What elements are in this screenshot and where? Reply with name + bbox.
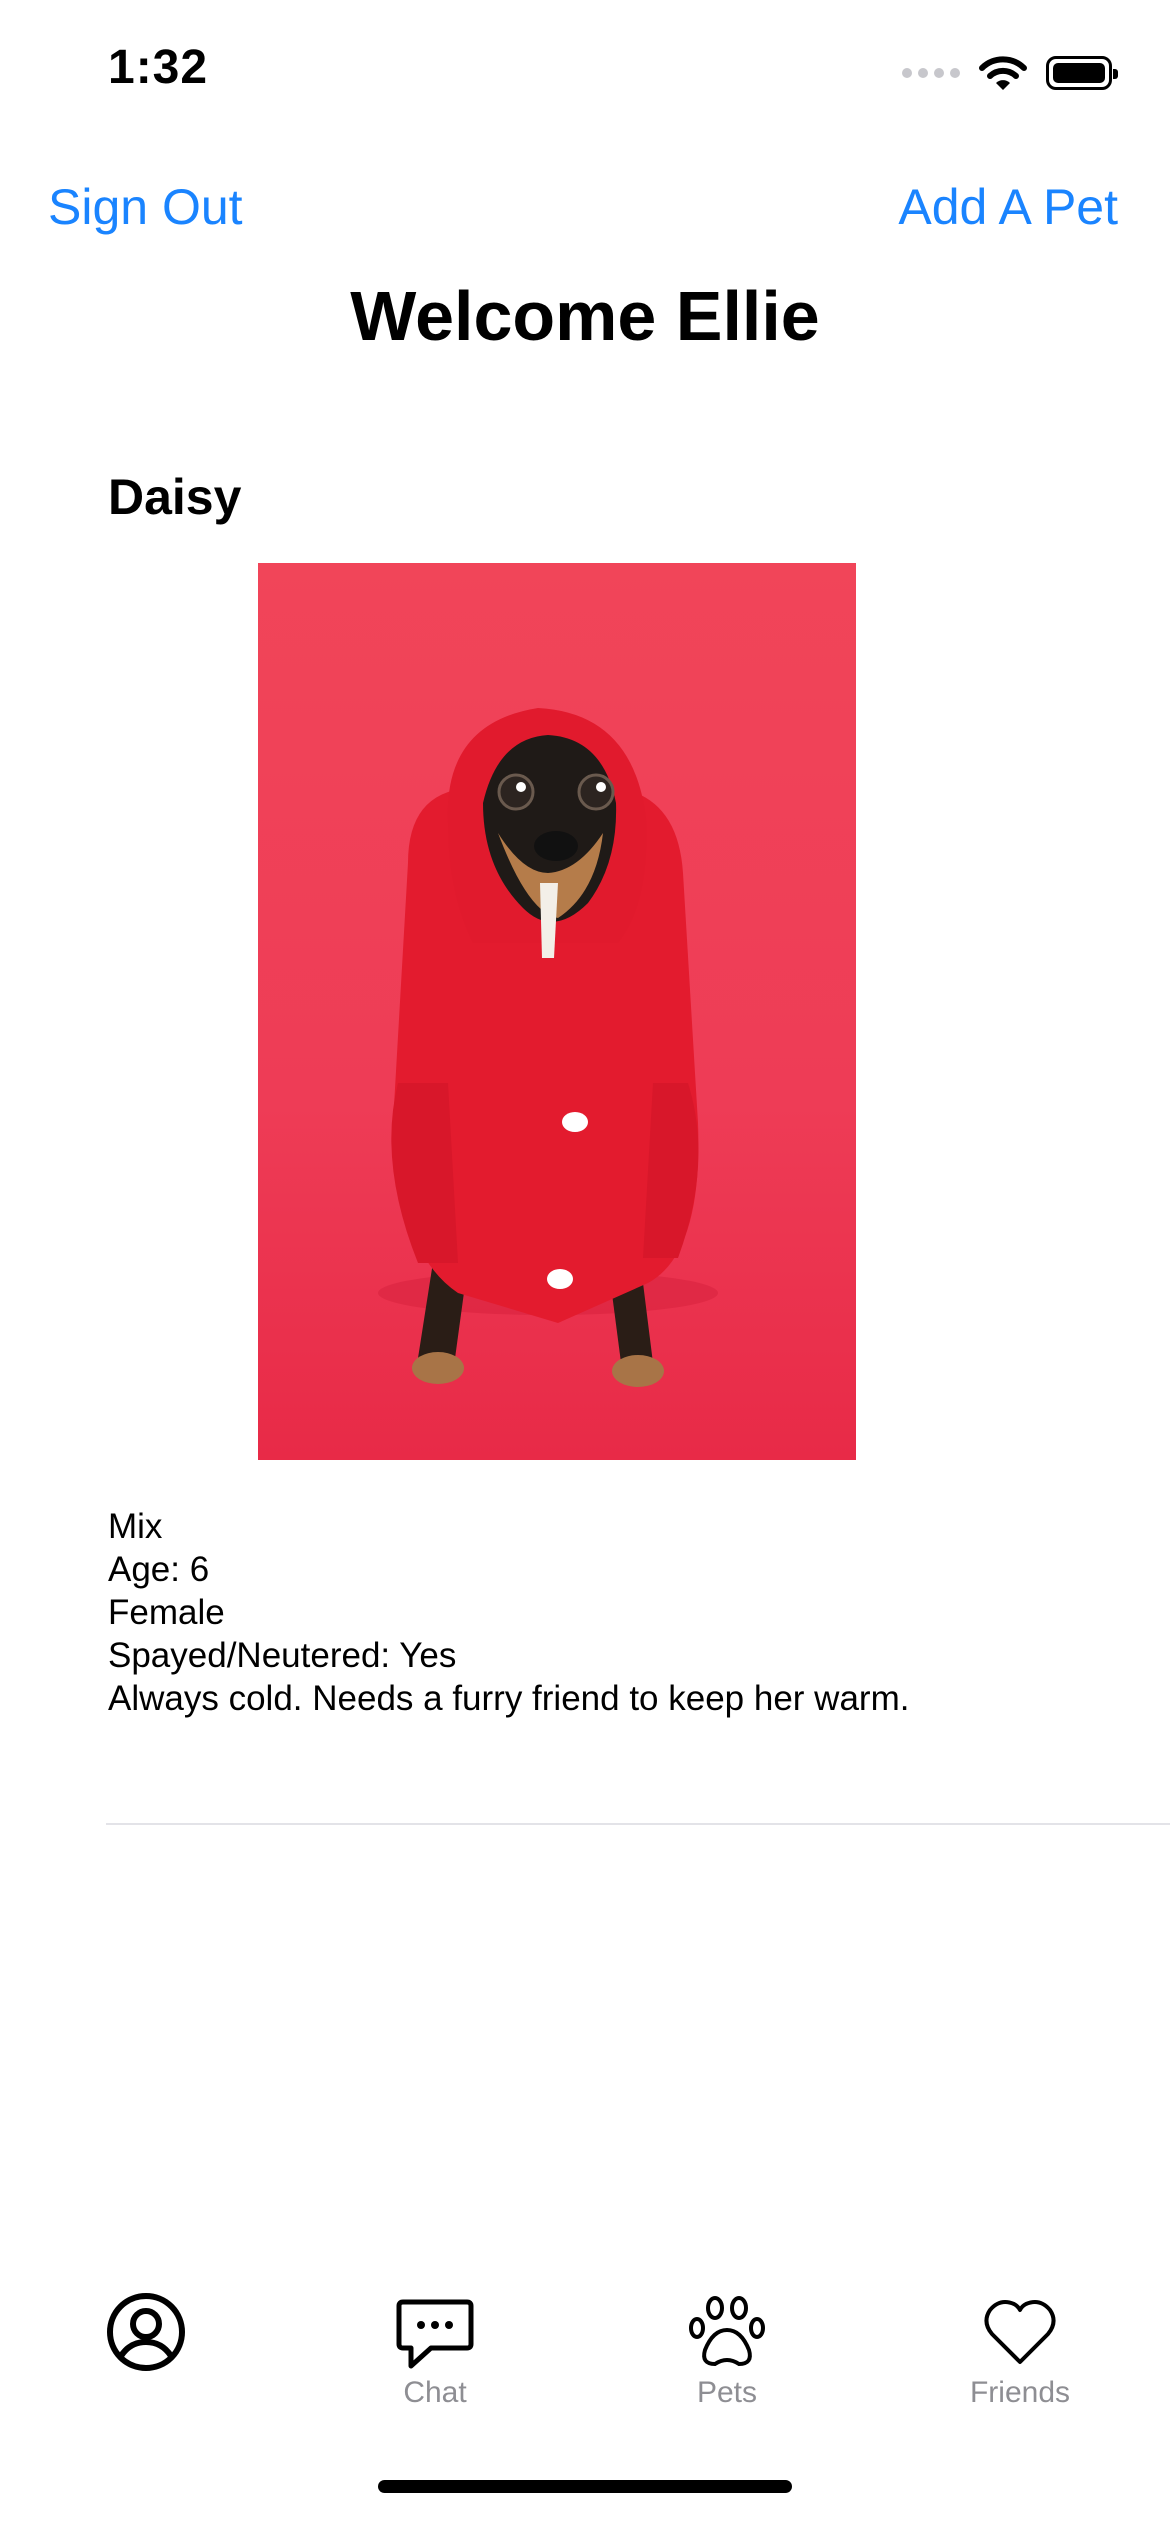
cellular-signal-icon	[902, 68, 960, 78]
pet-bio: Always cold. Needs a furry friend to kee…	[108, 1679, 910, 1718]
heart-icon	[984, 2300, 1056, 2364]
pet-sex: Female	[108, 1593, 225, 1632]
profile-icon	[107, 2293, 185, 2371]
pet-age: Age: 6	[108, 1550, 210, 1589]
pet-photo	[258, 563, 856, 1460]
pet-spayed-status: Spayed/Neutered: Yes	[108, 1636, 457, 1675]
status-bar: 1:32	[0, 0, 1170, 150]
tab-bar: Chat Pets Friends	[0, 2270, 1170, 2430]
tab-pets[interactable]: Pets	[627, 2270, 827, 2430]
battery-icon	[1046, 56, 1118, 90]
pet-breed: Mix	[108, 1507, 163, 1546]
page-title: Welcome Ellie	[350, 277, 820, 355]
status-time: 1:32	[108, 41, 209, 94]
tab-friends[interactable]: Friends	[920, 2270, 1120, 2430]
chat-icon	[396, 2299, 474, 2369]
paw-icon	[689, 2296, 765, 2367]
pet-name: Daisy	[108, 469, 242, 525]
add-pet-button[interactable]: Add A Pet	[898, 178, 1118, 236]
status-icons	[902, 48, 1118, 98]
tab-friends-label: Friends	[969, 2376, 1071, 2409]
home-indicator[interactable]	[378, 2480, 792, 2493]
pet-details: Mix Age: 6 Female Spayed/Neutered: Yes A…	[108, 1505, 909, 1720]
tab-chat[interactable]: Chat	[335, 2270, 535, 2430]
list-divider	[106, 1823, 1170, 1825]
sign-out-button[interactable]: Sign Out	[48, 178, 243, 236]
tab-profile[interactable]	[46, 2270, 246, 2430]
wifi-icon	[979, 56, 1027, 90]
tab-pets-label: Pets	[696, 2376, 758, 2409]
tab-chat-label: Chat	[403, 2376, 467, 2409]
